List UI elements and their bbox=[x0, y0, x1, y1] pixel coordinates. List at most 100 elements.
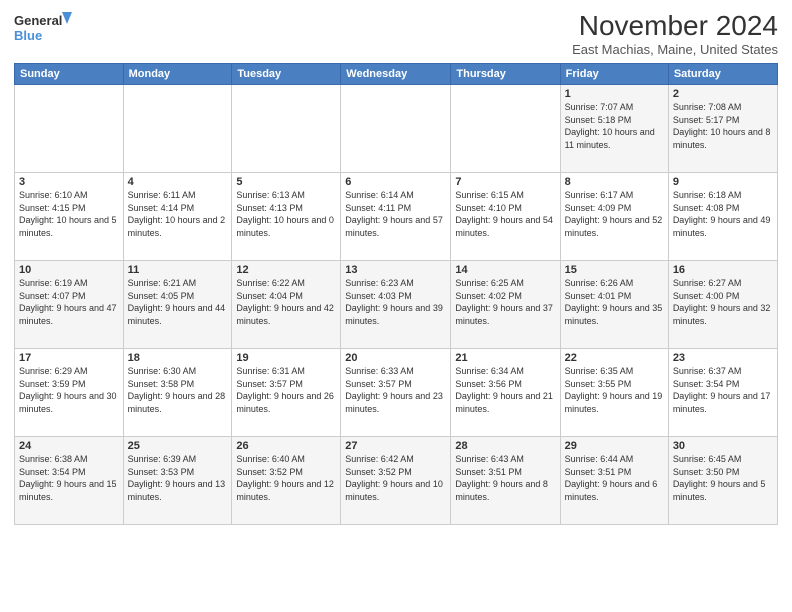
day-number: 14 bbox=[455, 264, 555, 276]
day-number: 7 bbox=[455, 176, 555, 188]
table-row: 2Sunrise: 7:08 AMSunset: 5:17 PMDaylight… bbox=[668, 85, 777, 173]
day-number: 27 bbox=[345, 440, 446, 452]
day-info: Sunrise: 6:27 AMSunset: 4:00 PMDaylight:… bbox=[673, 277, 773, 327]
day-info: Sunrise: 6:10 AMSunset: 4:15 PMDaylight:… bbox=[19, 189, 119, 239]
day-info: Sunrise: 6:34 AMSunset: 3:56 PMDaylight:… bbox=[455, 365, 555, 415]
day-info: Sunrise: 7:07 AMSunset: 5:18 PMDaylight:… bbox=[565, 101, 664, 151]
location: East Machias, Maine, United States bbox=[572, 42, 778, 57]
day-number: 19 bbox=[236, 352, 336, 364]
title-block: November 2024 East Machias, Maine, Unite… bbox=[572, 10, 778, 57]
table-row: 30Sunrise: 6:45 AMSunset: 3:50 PMDayligh… bbox=[668, 437, 777, 525]
table-row: 9Sunrise: 6:18 AMSunset: 4:08 PMDaylight… bbox=[668, 173, 777, 261]
day-number: 22 bbox=[565, 352, 664, 364]
day-info: Sunrise: 6:44 AMSunset: 3:51 PMDaylight:… bbox=[565, 453, 664, 503]
day-number: 9 bbox=[673, 176, 773, 188]
table-row bbox=[123, 85, 232, 173]
table-row: 10Sunrise: 6:19 AMSunset: 4:07 PMDayligh… bbox=[15, 261, 124, 349]
day-number: 12 bbox=[236, 264, 336, 276]
logo-svg: General Blue bbox=[14, 10, 74, 46]
table-row: 20Sunrise: 6:33 AMSunset: 3:57 PMDayligh… bbox=[341, 349, 451, 437]
logo: General Blue bbox=[14, 10, 74, 46]
table-row: 11Sunrise: 6:21 AMSunset: 4:05 PMDayligh… bbox=[123, 261, 232, 349]
table-row: 17Sunrise: 6:29 AMSunset: 3:59 PMDayligh… bbox=[15, 349, 124, 437]
day-number: 11 bbox=[128, 264, 228, 276]
header-monday: Monday bbox=[123, 64, 232, 85]
table-row: 28Sunrise: 6:43 AMSunset: 3:51 PMDayligh… bbox=[451, 437, 560, 525]
page-header: General Blue November 2024 East Machias,… bbox=[14, 10, 778, 57]
day-number: 21 bbox=[455, 352, 555, 364]
day-number: 15 bbox=[565, 264, 664, 276]
table-row: 29Sunrise: 6:44 AMSunset: 3:51 PMDayligh… bbox=[560, 437, 668, 525]
day-info: Sunrise: 6:21 AMSunset: 4:05 PMDaylight:… bbox=[128, 277, 228, 327]
day-info: Sunrise: 6:30 AMSunset: 3:58 PMDaylight:… bbox=[128, 365, 228, 415]
table-row bbox=[451, 85, 560, 173]
table-row bbox=[341, 85, 451, 173]
day-info: Sunrise: 6:15 AMSunset: 4:10 PMDaylight:… bbox=[455, 189, 555, 239]
day-number: 3 bbox=[19, 176, 119, 188]
table-row: 16Sunrise: 6:27 AMSunset: 4:00 PMDayligh… bbox=[668, 261, 777, 349]
day-info: Sunrise: 6:35 AMSunset: 3:55 PMDaylight:… bbox=[565, 365, 664, 415]
table-row: 18Sunrise: 6:30 AMSunset: 3:58 PMDayligh… bbox=[123, 349, 232, 437]
day-number: 5 bbox=[236, 176, 336, 188]
day-info: Sunrise: 6:19 AMSunset: 4:07 PMDaylight:… bbox=[19, 277, 119, 327]
day-number: 24 bbox=[19, 440, 119, 452]
day-number: 18 bbox=[128, 352, 228, 364]
day-info: Sunrise: 6:42 AMSunset: 3:52 PMDaylight:… bbox=[345, 453, 446, 503]
day-info: Sunrise: 6:23 AMSunset: 4:03 PMDaylight:… bbox=[345, 277, 446, 327]
day-number: 23 bbox=[673, 352, 773, 364]
table-row: 26Sunrise: 6:40 AMSunset: 3:52 PMDayligh… bbox=[232, 437, 341, 525]
table-row: 22Sunrise: 6:35 AMSunset: 3:55 PMDayligh… bbox=[560, 349, 668, 437]
day-number: 30 bbox=[673, 440, 773, 452]
table-row: 5Sunrise: 6:13 AMSunset: 4:13 PMDaylight… bbox=[232, 173, 341, 261]
day-info: Sunrise: 6:13 AMSunset: 4:13 PMDaylight:… bbox=[236, 189, 336, 239]
table-row: 27Sunrise: 6:42 AMSunset: 3:52 PMDayligh… bbox=[341, 437, 451, 525]
day-info: Sunrise: 6:33 AMSunset: 3:57 PMDaylight:… bbox=[345, 365, 446, 415]
calendar: Sunday Monday Tuesday Wednesday Thursday… bbox=[14, 63, 778, 525]
day-number: 10 bbox=[19, 264, 119, 276]
table-row bbox=[15, 85, 124, 173]
table-row: 13Sunrise: 6:23 AMSunset: 4:03 PMDayligh… bbox=[341, 261, 451, 349]
day-info: Sunrise: 6:29 AMSunset: 3:59 PMDaylight:… bbox=[19, 365, 119, 415]
calendar-header-row: Sunday Monday Tuesday Wednesday Thursday… bbox=[15, 64, 778, 85]
day-number: 16 bbox=[673, 264, 773, 276]
table-row: 1Sunrise: 7:07 AMSunset: 5:18 PMDaylight… bbox=[560, 85, 668, 173]
day-info: Sunrise: 6:25 AMSunset: 4:02 PMDaylight:… bbox=[455, 277, 555, 327]
header-tuesday: Tuesday bbox=[232, 64, 341, 85]
day-info: Sunrise: 6:39 AMSunset: 3:53 PMDaylight:… bbox=[128, 453, 228, 503]
month-title: November 2024 bbox=[572, 10, 778, 42]
day-number: 25 bbox=[128, 440, 228, 452]
day-info: Sunrise: 6:14 AMSunset: 4:11 PMDaylight:… bbox=[345, 189, 446, 239]
table-row: 6Sunrise: 6:14 AMSunset: 4:11 PMDaylight… bbox=[341, 173, 451, 261]
table-row: 7Sunrise: 6:15 AMSunset: 4:10 PMDaylight… bbox=[451, 173, 560, 261]
table-row: 12Sunrise: 6:22 AMSunset: 4:04 PMDayligh… bbox=[232, 261, 341, 349]
day-info: Sunrise: 6:38 AMSunset: 3:54 PMDaylight:… bbox=[19, 453, 119, 503]
day-number: 13 bbox=[345, 264, 446, 276]
day-info: Sunrise: 6:18 AMSunset: 4:08 PMDaylight:… bbox=[673, 189, 773, 239]
table-row: 25Sunrise: 6:39 AMSunset: 3:53 PMDayligh… bbox=[123, 437, 232, 525]
svg-text:Blue: Blue bbox=[14, 28, 42, 43]
day-info: Sunrise: 6:22 AMSunset: 4:04 PMDaylight:… bbox=[236, 277, 336, 327]
day-number: 26 bbox=[236, 440, 336, 452]
day-info: Sunrise: 6:31 AMSunset: 3:57 PMDaylight:… bbox=[236, 365, 336, 415]
day-info: Sunrise: 6:43 AMSunset: 3:51 PMDaylight:… bbox=[455, 453, 555, 503]
day-info: Sunrise: 6:17 AMSunset: 4:09 PMDaylight:… bbox=[565, 189, 664, 239]
svg-text:General: General bbox=[14, 13, 62, 28]
table-row: 23Sunrise: 6:37 AMSunset: 3:54 PMDayligh… bbox=[668, 349, 777, 437]
day-number: 4 bbox=[128, 176, 228, 188]
day-number: 20 bbox=[345, 352, 446, 364]
day-number: 2 bbox=[673, 88, 773, 100]
table-row: 3Sunrise: 6:10 AMSunset: 4:15 PMDaylight… bbox=[15, 173, 124, 261]
day-number: 1 bbox=[565, 88, 664, 100]
table-row: 21Sunrise: 6:34 AMSunset: 3:56 PMDayligh… bbox=[451, 349, 560, 437]
table-row: 15Sunrise: 6:26 AMSunset: 4:01 PMDayligh… bbox=[560, 261, 668, 349]
day-number: 28 bbox=[455, 440, 555, 452]
header-saturday: Saturday bbox=[668, 64, 777, 85]
day-info: Sunrise: 6:37 AMSunset: 3:54 PMDaylight:… bbox=[673, 365, 773, 415]
day-number: 29 bbox=[565, 440, 664, 452]
day-number: 6 bbox=[345, 176, 446, 188]
table-row: 24Sunrise: 6:38 AMSunset: 3:54 PMDayligh… bbox=[15, 437, 124, 525]
day-info: Sunrise: 6:11 AMSunset: 4:14 PMDaylight:… bbox=[128, 189, 228, 239]
day-info: Sunrise: 7:08 AMSunset: 5:17 PMDaylight:… bbox=[673, 101, 773, 151]
header-sunday: Sunday bbox=[15, 64, 124, 85]
table-row: 14Sunrise: 6:25 AMSunset: 4:02 PMDayligh… bbox=[451, 261, 560, 349]
